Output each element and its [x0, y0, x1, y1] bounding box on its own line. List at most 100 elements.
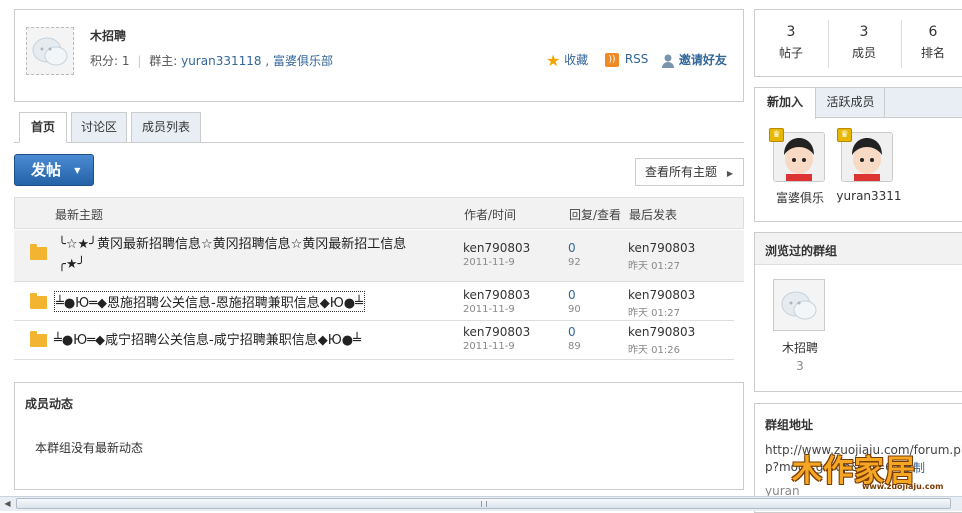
view-all-topics-button[interactable]: 查看所有主题 ▶	[635, 158, 744, 186]
last-time: 昨天 01:26	[628, 345, 680, 356]
folder-icon	[30, 244, 47, 260]
reply-count: 0	[568, 241, 576, 255]
owner-separator: ,	[265, 54, 270, 68]
view-count: 92	[568, 257, 581, 268]
reply-count: 0	[568, 288, 576, 302]
header-last: 最后发表	[629, 208, 678, 222]
tab-members-label: 成员列表	[141, 120, 190, 134]
browsed-group-count: 3	[796, 359, 804, 373]
owner-link-2[interactable]: 富婆俱乐部	[273, 54, 333, 68]
folder-icon	[30, 331, 47, 347]
author-link[interactable]: ken790803	[463, 241, 530, 255]
tab-members[interactable]: 成员列表	[131, 112, 201, 143]
watermark-logo: 木作家居 www.zuojiaju.com	[792, 444, 962, 496]
scroll-left-arrow[interactable]: ◀	[0, 497, 15, 511]
stat-members-count: 3	[859, 24, 869, 40]
topic-title-line1: ╧●Ю═◆咸宁招聘公关信息-咸宁招聘兼职信息◆Ю●╧	[54, 333, 361, 348]
group-logo	[773, 279, 825, 331]
crown-icon: ♛	[769, 128, 784, 142]
horizontal-scrollbar[interactable]: ◀	[0, 496, 962, 511]
points-label: 积分:	[90, 54, 119, 68]
member-name: 富婆俱乐	[775, 191, 824, 205]
post-button-label: 发帖	[31, 161, 62, 179]
chevron-right-icon: ▶	[726, 169, 733, 178]
header-replies: 回复/查看	[569, 208, 622, 222]
tab-new-members-label: 新加入	[766, 95, 803, 109]
members-box: 新加入 活跃成员 ♛ 富婆俱乐 ♛ yuran3311	[754, 87, 962, 222]
table-row[interactable]: ╰☆★╯黄冈最新招聘信息☆黄冈招聘信息☆黄冈最新招工信息 ╭★╯ ken7908…	[14, 230, 744, 282]
stat-rank-count: 6	[928, 24, 938, 40]
tab-new-members[interactable]: 新加入	[755, 88, 816, 119]
group-header: 木招聘 积分: 1 | 群主: yuran331118 , 富婆俱乐部 ★ 收藏…	[14, 9, 744, 102]
view-count: 90	[568, 304, 581, 315]
reply-count: 0	[568, 325, 576, 339]
group-meta: 积分: 1 | 群主: yuran331118 , 富婆俱乐部	[90, 52, 333, 69]
rss-button[interactable]: )) RSS	[605, 52, 648, 67]
browsed-group-name: 木招聘	[781, 341, 818, 355]
browsed-group-item[interactable]: 木招聘 3	[773, 279, 827, 379]
view-count: 89	[568, 341, 581, 352]
topic-title[interactable]: ╧●Ю═◆恩施招聘公关信息-恩施招聘兼职信息◆Ю●╧	[54, 291, 365, 312]
last-author-link[interactable]: ken790803	[628, 288, 695, 302]
star-icon: ★	[546, 50, 561, 70]
header-author: 作者/时间	[464, 208, 517, 222]
stat-rank-label: 排名	[920, 46, 945, 60]
header-latest: 最新主题	[55, 208, 104, 222]
stat-posts-label: 帖子	[778, 46, 803, 60]
tab-active-members[interactable]: 活跃成员	[817, 88, 885, 118]
topic-title[interactable]: ╰☆★╯黄冈最新招聘信息☆黄冈招聘信息☆黄冈最新招工信息 ╭★╯	[58, 235, 448, 275]
activity-title: 成员动态	[25, 397, 74, 411]
favorite-label: 收藏	[564, 53, 589, 67]
address-title: 群组地址	[765, 418, 814, 432]
rss-icon: ))	[605, 52, 619, 67]
author-link[interactable]: ken790803	[463, 325, 530, 339]
rss-label: RSS	[624, 52, 649, 66]
tab-home[interactable]: 首页	[19, 112, 67, 143]
owner-label: 群主:	[149, 54, 178, 68]
scroll-thumb[interactable]	[16, 498, 951, 509]
member-name: yuran3311	[836, 189, 902, 203]
topic-title[interactable]: ╧●Ю═◆咸宁招聘公关信息-咸宁招聘兼职信息◆Ю●╧	[54, 329, 361, 348]
scroll-grip	[481, 501, 487, 507]
activity-box: 成员动态 本群组没有最新动态	[14, 382, 744, 490]
tab-discussion[interactable]: 讨论区	[71, 112, 127, 143]
table-row[interactable]: ╧●Ю═◆恩施招聘公关信息-恩施招聘兼职信息◆Ю●╧ ken790803 201…	[14, 283, 734, 321]
activity-empty: 本群组没有最新动态	[35, 441, 144, 455]
tab-discussion-label: 讨论区	[80, 120, 117, 134]
last-time: 昨天 01:27	[628, 261, 680, 272]
stat-posts[interactable]: 3 帖子	[755, 24, 827, 61]
post-date: 2011-11-9	[463, 257, 515, 268]
group-name: 木招聘	[90, 29, 127, 43]
owner-link-1[interactable]: yuran331118	[181, 54, 261, 68]
favorite-button[interactable]: ★ 收藏	[546, 51, 588, 69]
post-date: 2011-11-9	[463, 341, 515, 352]
browsed-box: 浏览过的群组 木招聘 3	[754, 232, 962, 392]
stat-members[interactable]: 3 成员	[828, 24, 900, 61]
group-logo[interactable]	[26, 27, 74, 75]
table-row[interactable]: ╧●Ю═◆咸宁招聘公关信息-咸宁招聘兼职信息◆Ю●╧ ken790803 201…	[14, 322, 734, 360]
post-button[interactable]: 发帖 ▼	[14, 154, 94, 186]
view-all-label: 查看所有主题	[645, 165, 718, 179]
divider: |	[137, 54, 142, 68]
invite-button[interactable]: 邀请好友	[661, 51, 727, 68]
member-item[interactable]: ♛ yuran3311	[836, 128, 902, 208]
crown-icon: ♛	[837, 128, 852, 142]
topic-title-line2: ╭★╯	[58, 257, 86, 272]
topic-title-line1: ╰☆★╯黄冈最新招聘信息☆黄冈招聘信息☆黄冈最新招工信息	[58, 237, 407, 252]
post-date: 2011-11-9	[463, 304, 515, 315]
stat-posts-count: 3	[786, 24, 796, 40]
member-item[interactable]: ♛ 富婆俱乐	[769, 128, 829, 208]
last-author-link[interactable]: ken790803	[628, 325, 695, 339]
points-value: 1	[121, 54, 130, 68]
last-author-link[interactable]: ken790803	[628, 241, 695, 255]
browsed-title: 浏览过的群组	[765, 244, 838, 258]
caret-down-icon: ▼	[74, 165, 81, 175]
topic-table: 最新主题 作者/时间 回复/查看 最后发表 ╰☆★╯黄冈最新招聘信息☆黄冈招聘信…	[14, 197, 744, 367]
stats-box: 3 帖子 3 成员 6 排名	[754, 9, 962, 77]
person-icon	[661, 53, 675, 68]
stat-rank[interactable]: 6 排名	[901, 24, 962, 61]
table-header: 最新主题 作者/时间 回复/查看 最后发表	[14, 197, 744, 229]
author-link[interactable]: ken790803	[463, 288, 530, 302]
watermark-sub: www.zuojiaju.com	[862, 482, 944, 491]
tab-home-label: 首页	[30, 120, 55, 134]
